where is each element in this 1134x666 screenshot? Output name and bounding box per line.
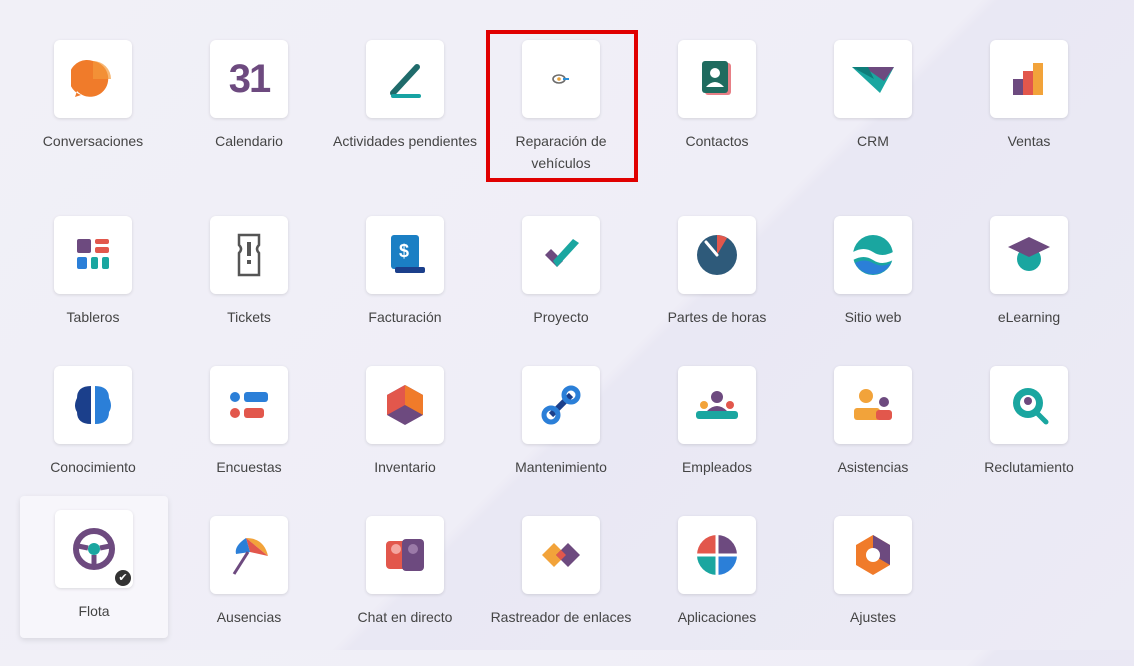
- app-label: Sitio web: [844, 309, 902, 325]
- timesheets-icon: [678, 216, 756, 294]
- app-inventario[interactable]: Inventario: [330, 366, 480, 516]
- live-chat-icon: [366, 516, 444, 594]
- app-reclutamiento[interactable]: Reclutamiento: [954, 366, 1104, 516]
- app-label: Calendario: [215, 133, 283, 149]
- project-icon: [522, 216, 600, 294]
- app-conocimiento[interactable]: Conocimiento: [18, 366, 168, 516]
- app-ausencias[interactable]: Ausencias: [174, 516, 324, 666]
- surveys-icon: [210, 366, 288, 444]
- contacts-icon: [678, 40, 756, 118]
- app-conversaciones[interactable]: Conversaciones: [18, 40, 168, 190]
- app-tickets[interactable]: Tickets: [174, 216, 324, 366]
- app-label: Reclutamiento: [984, 459, 1074, 475]
- app-label: Flota: [78, 603, 110, 619]
- app-encuestas[interactable]: Encuestas: [174, 366, 324, 516]
- app-grid: Conversaciones 31 Calendario Actividades…: [0, 0, 1134, 650]
- app-label: CRM: [857, 133, 889, 149]
- app-crm[interactable]: CRM: [798, 40, 948, 190]
- app-calendario[interactable]: 31 Calendario: [174, 40, 324, 190]
- attendances-icon: [834, 366, 912, 444]
- app-label: Aplicaciones: [677, 609, 757, 625]
- app-label: Mantenimiento: [515, 459, 607, 475]
- app-label: Ventas: [1007, 133, 1051, 149]
- app-aplicaciones[interactable]: Aplicaciones: [642, 516, 792, 666]
- conversations-icon: [54, 40, 132, 118]
- invoicing-icon: $: [366, 216, 444, 294]
- checkmark-icon: ✔: [115, 570, 131, 586]
- app-label: Ajustes: [850, 609, 896, 625]
- calendar-number: 31: [228, 56, 271, 101]
- activities-icon: [366, 40, 444, 118]
- dashboards-icon: [54, 216, 132, 294]
- app-ajustes[interactable]: Ajustes: [798, 516, 948, 666]
- crm-icon: [834, 40, 912, 118]
- app-mantenimiento[interactable]: Mantenimiento: [486, 366, 636, 516]
- settings-icon: [834, 516, 912, 594]
- time-off-icon: [210, 516, 288, 594]
- app-proyecto[interactable]: Proyecto: [486, 216, 636, 366]
- app-label: Rastreador de enlaces: [490, 609, 632, 625]
- app-label: Asistencias: [837, 459, 909, 475]
- app-actividades-pendientes[interactable]: Actividades pendientes: [330, 40, 480, 190]
- inventory-icon: [366, 366, 444, 444]
- app-elearning[interactable]: eLearning: [954, 216, 1104, 366]
- invoice-dollar: $: [399, 241, 410, 261]
- sales-icon: [990, 40, 1068, 118]
- app-label: Tickets: [227, 309, 271, 325]
- app-label: Facturación: [368, 309, 442, 325]
- app-label: eLearning: [997, 309, 1061, 325]
- app-sitio-web[interactable]: Sitio web: [798, 216, 948, 366]
- app-ventas[interactable]: Ventas: [954, 40, 1104, 190]
- app-label: Ausencias: [216, 609, 282, 625]
- recruitment-icon: [990, 366, 1068, 444]
- app-partes-de-horas[interactable]: Partes de horas: [642, 216, 792, 366]
- app-label: Encuestas: [216, 459, 282, 475]
- fleet-icon: ✔: [55, 510, 133, 588]
- app-label: Conocimiento: [50, 459, 136, 475]
- link-tracker-icon: [522, 516, 600, 594]
- app-asistencias[interactable]: Asistencias: [798, 366, 948, 516]
- app-label: Empleados: [681, 459, 753, 475]
- highlight-box: [486, 30, 638, 182]
- elearning-icon: [990, 216, 1068, 294]
- knowledge-icon: [54, 366, 132, 444]
- tickets-icon: [210, 216, 288, 294]
- app-contactos[interactable]: Contactos: [642, 40, 792, 190]
- calendar-icon: 31: [210, 40, 288, 118]
- app-label: Contactos: [685, 133, 749, 149]
- app-label: Chat en directo: [357, 609, 453, 625]
- maintenance-icon: [522, 366, 600, 444]
- website-icon: [834, 216, 912, 294]
- app-facturacion[interactable]: $ Facturación: [330, 216, 480, 366]
- app-flota[interactable]: ✔ Flota: [20, 496, 168, 638]
- app-label: Inventario: [374, 459, 436, 475]
- app-label: Proyecto: [533, 309, 589, 325]
- app-empleados[interactable]: Empleados: [642, 366, 792, 516]
- apps-icon: [678, 516, 756, 594]
- app-label: Conversaciones: [42, 133, 144, 149]
- app-chat-en-directo[interactable]: Chat en directo: [330, 516, 480, 666]
- app-label: Tableros: [66, 309, 120, 325]
- app-tableros[interactable]: Tableros: [18, 216, 168, 366]
- app-label: Actividades pendientes: [333, 133, 477, 149]
- app-rastreador-de-enlaces[interactable]: Rastreador de enlaces: [486, 516, 636, 666]
- employees-icon: [678, 366, 756, 444]
- app-label: Partes de horas: [667, 309, 767, 325]
